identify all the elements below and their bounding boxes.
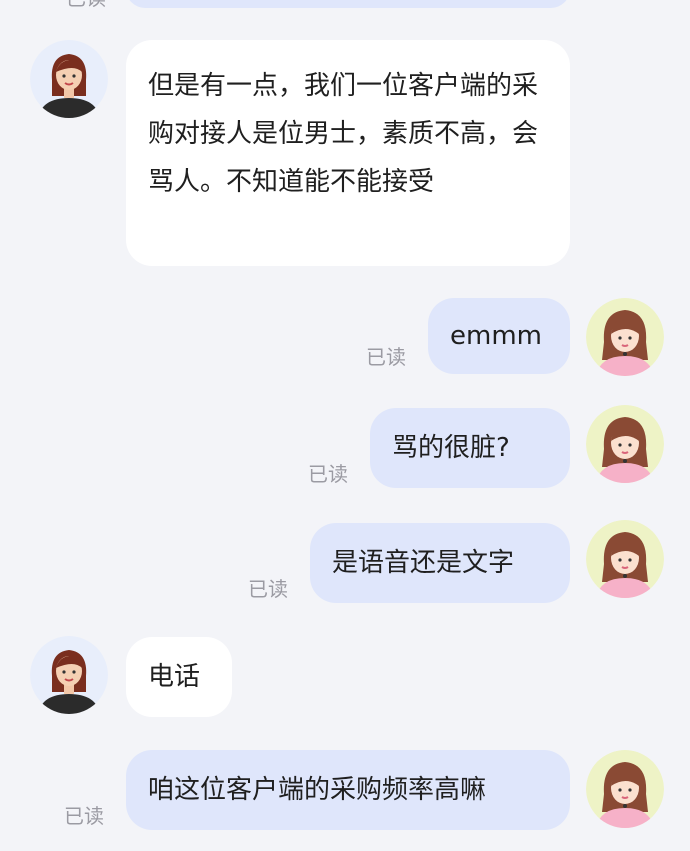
message-bubble-outgoing[interactable]: emmm [428, 298, 570, 374]
message-text: 但是有一点，我们一位客户端的采购对接人是位男士，素质不高，会骂人。不知道能不能接… [148, 71, 539, 197]
girl-avatar-icon [586, 405, 664, 483]
woman-dark-hair-avatar-icon [30, 40, 108, 118]
girl-avatar-icon [586, 298, 664, 376]
avatar-me[interactable] [586, 298, 664, 376]
read-status: 已读 [248, 577, 288, 601]
avatar-other[interactable] [30, 636, 108, 714]
message-text: 骂的很脏? [392, 433, 510, 463]
message-text: emmm [450, 321, 542, 351]
message-text: 咱这位客户端的采购频率高嘛 [148, 775, 487, 805]
message-text: 是语音还是文字 [332, 548, 515, 578]
read-status-top: 已读 [66, 0, 106, 10]
read-status: 已读 [308, 462, 348, 486]
message-bubble-incoming[interactable]: 电话 [126, 637, 232, 717]
avatar-me[interactable] [586, 520, 664, 598]
girl-avatar-icon [586, 520, 664, 598]
message-bubble-outgoing[interactable]: 是语音还是文字 [310, 523, 570, 603]
read-status: 已读 [64, 804, 104, 828]
avatar-me[interactable] [586, 405, 664, 483]
message-bubble-outgoing[interactable]: 骂的很脏? [370, 408, 570, 488]
message-bubble-outgoing[interactable]: 咱这位客户端的采购频率高嘛 [126, 750, 570, 830]
message-bubble-previous[interactable] [126, 0, 570, 8]
read-status: 已读 [366, 345, 406, 369]
message-bubble-incoming[interactable]: 但是有一点，我们一位客户端的采购对接人是位男士，素质不高，会骂人。不知道能不能接… [126, 40, 570, 266]
message-text: 电话 [148, 662, 201, 692]
avatar-me[interactable] [586, 750, 664, 828]
woman-dark-hair-avatar-icon [30, 636, 108, 714]
avatar-other[interactable] [30, 40, 108, 118]
girl-avatar-icon [586, 750, 664, 828]
